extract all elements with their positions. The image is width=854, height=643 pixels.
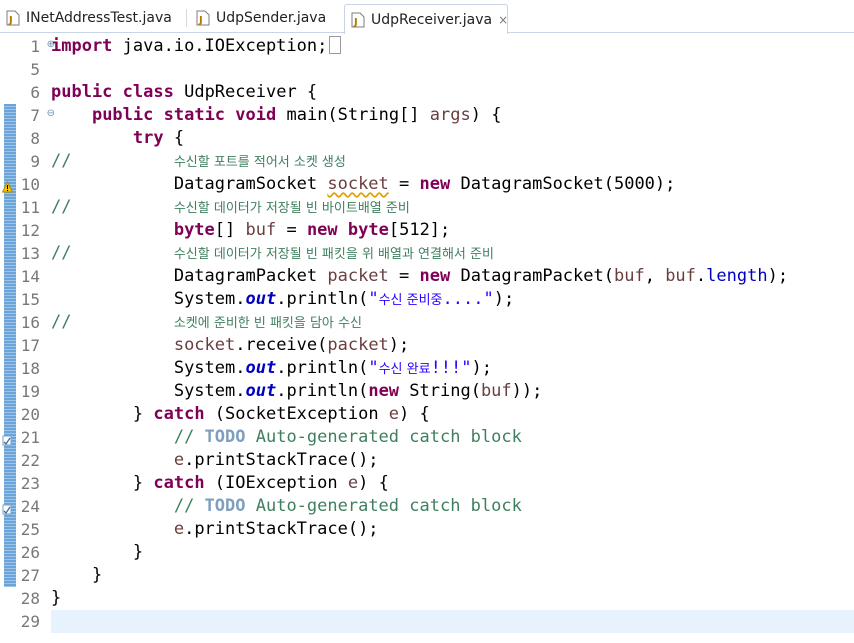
tab-inetaddresstest[interactable]: J INetAddressTest.java [0, 4, 172, 32]
code-line[interactable]: // TODO Auto-generated catch block [51, 495, 522, 518]
code-line[interactable]: // TODO Auto-generated catch block [51, 426, 522, 449]
code-line[interactable]: public static void main(String[] args) { [51, 104, 502, 127]
line-number: 28 [20, 589, 40, 608]
line-number: 29 [20, 612, 40, 631]
line-number: 18 [20, 359, 40, 378]
line-number: 8 [30, 129, 40, 148]
line-number: 12 [20, 221, 40, 240]
line-number: 1 [30, 37, 40, 56]
line-number: 25 [20, 520, 40, 539]
code-line[interactable]: System.out.println(new String(buf)); [51, 380, 543, 403]
svg-text:J: J [8, 15, 13, 26]
code-line[interactable]: e.printStackTrace(); [51, 518, 379, 541]
line-number: 20 [20, 405, 40, 424]
line-number: 14 [20, 267, 40, 286]
folded-imports-box[interactable] [329, 36, 342, 54]
line-number: 10 [20, 175, 40, 194]
code-line[interactable]: e.printStackTrace(); [51, 449, 379, 472]
editor-tab-bar: J INetAddressTest.java J UdpSender.java … [0, 0, 854, 34]
code-line[interactable]: socket.receive(packet); [51, 334, 409, 357]
line-number: 17 [20, 336, 40, 355]
current-code-line[interactable] [51, 610, 854, 633]
code-area[interactable]: import java.io.IOException; public class… [51, 33, 854, 643]
code-line[interactable]: try { [51, 127, 184, 150]
code-line[interactable]: } catch (IOException e) { [51, 472, 389, 495]
line-number: 27 [20, 566, 40, 585]
tab-udpsender[interactable]: J UdpSender.java [190, 4, 340, 32]
code-line[interactable]: DatagramSocket socket = new DatagramSock… [51, 173, 676, 196]
java-file-icon: J [196, 10, 210, 26]
line-number: 26 [20, 543, 40, 562]
line-number: 9 [30, 152, 40, 171]
code-line[interactable]: } catch (SocketException e) { [51, 403, 430, 426]
code-line[interactable]: import java.io.IOException; [51, 35, 342, 58]
line-number: 23 [20, 474, 40, 493]
line-number-gutter: 1 ⊕ 5 6 7 ⊖ 8 9 10 11 12 13 14 15 16 17 18… [1, 33, 55, 643]
line-number: 16 [20, 313, 40, 332]
tab-udpreceiver[interactable]: J UdpReceiver.java × [344, 4, 508, 34]
code-line[interactable]: // 수신할 데이터가 저장될 빈 바이트배열 준비 [51, 196, 410, 219]
svg-text:J: J [353, 17, 358, 28]
code-line[interactable]: // 수신할 데이터가 저장될 빈 패킷을 위 배열과 연결해서 준비 [51, 242, 494, 265]
code-line[interactable]: // 수신할 포트를 적어서 소켓 생성 [51, 150, 346, 173]
line-number: 13 [20, 244, 40, 263]
code-line[interactable]: } [51, 587, 61, 610]
tab-divider [186, 9, 187, 27]
code-line[interactable]: byte[] buf = new byte[512]; [51, 219, 450, 242]
svg-text:J: J [198, 15, 203, 26]
code-line[interactable]: public class UdpReceiver { [51, 81, 317, 104]
java-file-icon: J [351, 12, 365, 28]
close-icon[interactable]: × [498, 13, 508, 27]
code-line[interactable]: } [51, 541, 143, 564]
java-file-icon: J [6, 10, 20, 26]
line-number: 21 [20, 428, 40, 447]
code-line[interactable]: System.out.println("수신 준비중...."); [51, 288, 514, 311]
line-number: 11 [20, 198, 40, 217]
line-number: 19 [20, 382, 40, 401]
tab-label: UdpSender.java [216, 10, 327, 26]
line-number: 24 [20, 497, 40, 516]
code-line[interactable]: System.out.println("수신 완료!!!"); [51, 357, 492, 380]
line-number: 6 [30, 83, 40, 102]
tab-label: INetAddressTest.java [26, 10, 172, 26]
line-number: 22 [20, 451, 40, 470]
code-line[interactable]: DatagramPacket packet = new DatagramPack… [51, 265, 788, 288]
code-line[interactable]: } [51, 564, 102, 587]
line-number: 15 [20, 290, 40, 309]
line-number: 5 [30, 60, 40, 79]
code-line[interactable]: // 소켓에 준비한 빈 패킷을 담아 수신 [51, 311, 362, 334]
tab-label: UdpReceiver.java [371, 11, 493, 28]
code-editor[interactable]: 1 ⊕ 5 6 7 ⊖ 8 9 10 11 12 13 14 15 16 17 18… [0, 33, 854, 643]
line-number: 7 [30, 106, 40, 125]
